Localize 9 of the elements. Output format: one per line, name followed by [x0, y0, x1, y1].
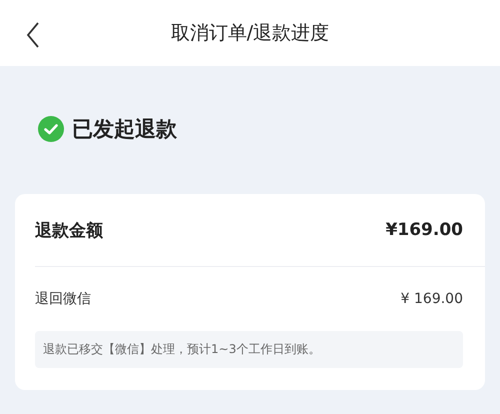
destination-amount: ¥ 169.00: [400, 291, 463, 307]
destination-label: 退回微信: [35, 290, 91, 308]
refund-label: 退款金额: [35, 220, 103, 242]
back-icon[interactable]: [26, 22, 40, 48]
status-text: 已发起退款: [72, 116, 177, 143]
check-circle-icon: [38, 116, 64, 142]
page-title: 取消订单/退款进度: [170, 21, 330, 46]
refund-note: 退款已移交【微信】处理，预计1~3个工作日到账。: [35, 331, 463, 368]
refund-amount: ¥169.00: [386, 220, 463, 240]
